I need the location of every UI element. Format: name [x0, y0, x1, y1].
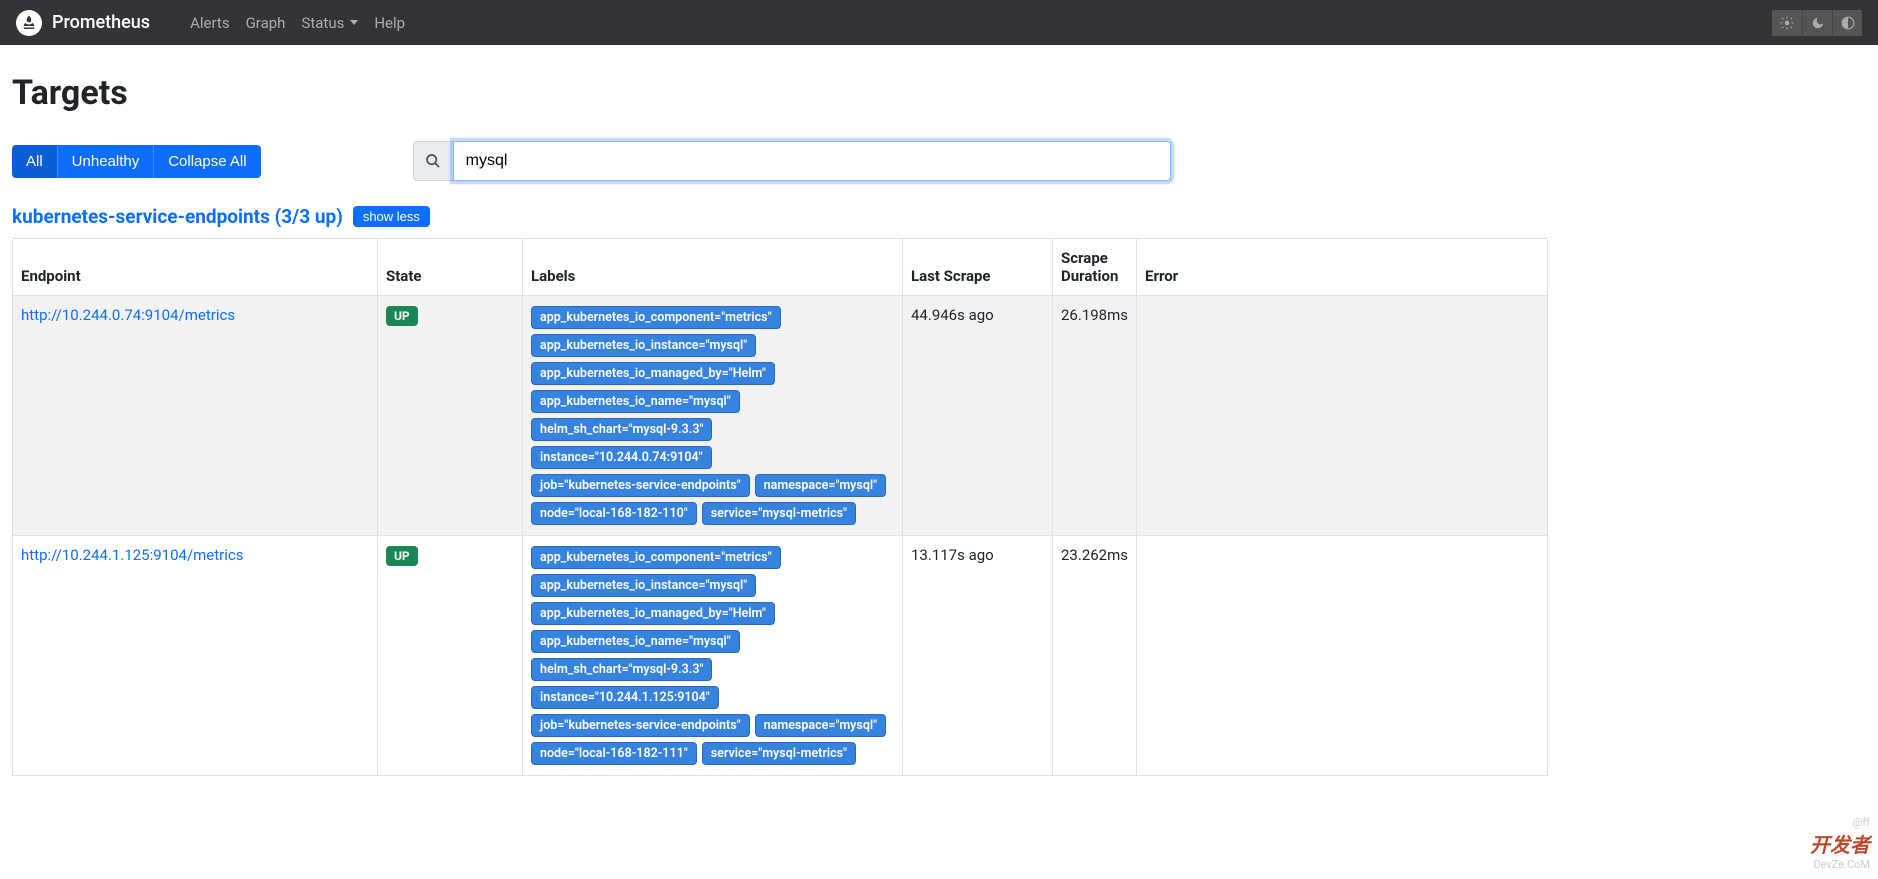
chevron-down-icon: [350, 20, 358, 25]
duration-cell: 26.198ms: [1053, 296, 1137, 536]
label-pill: app_kubernetes_io_name="mysql": [531, 630, 740, 653]
label-pill: instance="10.244.0.74:9104": [531, 446, 712, 469]
search-wrap: [413, 141, 1171, 181]
targets-table: Endpoint State Labels Last Scrape Scrape…: [12, 238, 1548, 776]
nav-help[interactable]: Help: [374, 14, 405, 32]
label-pill: service="mysql-metrics": [702, 502, 856, 525]
filter-collapse-all-button[interactable]: Collapse All: [153, 145, 260, 178]
nav-status[interactable]: Status: [301, 14, 358, 32]
nav-graph[interactable]: Graph: [246, 14, 286, 32]
prometheus-logo-icon: [16, 10, 42, 36]
label-pill: service="mysql-metrics": [702, 742, 856, 765]
brand-text: Prometheus: [52, 12, 150, 33]
status-badge: UP: [386, 546, 418, 566]
th-last-scrape: Last Scrape: [903, 239, 1053, 296]
group-title[interactable]: kubernetes-service-endpoints (3/3 up): [12, 205, 343, 228]
theme-dark-button[interactable]: [1802, 10, 1832, 36]
label-pill: namespace="mysql": [755, 714, 886, 737]
nav-items: Alerts Graph Status Help: [190, 14, 405, 32]
th-state: State: [378, 239, 523, 296]
last-scrape-cell: 13.117s ago: [903, 536, 1053, 776]
endpoint-link[interactable]: http://10.244.0.74:9104/metrics: [21, 306, 235, 324]
nav-alerts[interactable]: Alerts: [190, 14, 230, 32]
label-pill: helm_sh_chart="mysql-9.3.3": [531, 418, 712, 441]
navbar-left: Prometheus Alerts Graph Status Help: [16, 10, 405, 36]
label-pill: app_kubernetes_io_instance="mysql": [531, 574, 756, 597]
status-badge: UP: [386, 306, 418, 326]
last-scrape-cell: 44.946s ago: [903, 296, 1053, 536]
th-error: Error: [1137, 239, 1548, 296]
label-pill: job="kubernetes-service-endpoints": [531, 714, 750, 737]
label-pill: job="kubernetes-service-endpoints": [531, 474, 750, 497]
endpoint-link[interactable]: http://10.244.1.125:9104/metrics: [21, 546, 244, 564]
label-pill: app_kubernetes_io_instance="mysql": [531, 334, 756, 357]
th-labels: Labels: [523, 239, 903, 296]
label-pill: app_kubernetes_io_managed_by="Helm": [531, 602, 775, 625]
labels-wrap: app_kubernetes_io_component="metrics"app…: [531, 306, 894, 525]
search-input[interactable]: [453, 141, 1171, 181]
theme-light-button[interactable]: [1772, 10, 1802, 36]
main-container: Targets All Unhealthy Collapse All kuber…: [0, 45, 1560, 786]
label-pill: app_kubernetes_io_managed_by="Helm": [531, 362, 775, 385]
label-pill: app_kubernetes_io_name="mysql": [531, 390, 740, 413]
label-pill: node="local-168-182-110": [531, 502, 697, 525]
navbar: Prometheus Alerts Graph Status Help: [0, 0, 1878, 45]
search-icon: [413, 141, 453, 181]
group-header: kubernetes-service-endpoints (3/3 up) sh…: [12, 205, 1548, 228]
navbar-right: [1772, 10, 1862, 36]
label-pill: helm_sh_chart="mysql-9.3.3": [531, 658, 712, 681]
filter-all-button[interactable]: All: [12, 145, 57, 178]
table-row: http://10.244.1.125:9104/metrics UP app_ku…: [13, 536, 1548, 776]
controls-row: All Unhealthy Collapse All: [12, 141, 1548, 181]
moon-icon: [1811, 16, 1825, 30]
th-scrape-duration: Scrape Duration: [1053, 239, 1137, 296]
brand-wrap[interactable]: Prometheus: [16, 10, 150, 36]
page-title: Targets: [12, 73, 1548, 113]
label-pill: node="local-168-182-111": [531, 742, 697, 765]
sun-icon: [1780, 16, 1794, 30]
label-pill: app_kubernetes_io_component="metrics": [531, 546, 781, 569]
watermark: @ff 开发者 DevZe.CoM: [1810, 816, 1870, 871]
show-less-button[interactable]: show less: [353, 206, 430, 227]
label-pill: namespace="mysql": [755, 474, 886, 497]
filter-unhealthy-button[interactable]: Unhealthy: [57, 145, 154, 178]
label-pill: instance="10.244.1.125:9104": [531, 686, 719, 709]
table-row: http://10.244.0.74:9104/metrics UP app_kub…: [13, 296, 1548, 536]
error-cell: [1137, 296, 1548, 536]
error-cell: [1137, 536, 1548, 776]
th-endpoint: Endpoint: [13, 239, 378, 296]
contrast-icon: [1841, 16, 1855, 30]
filter-button-group: All Unhealthy Collapse All: [12, 145, 261, 178]
theme-auto-button[interactable]: [1832, 10, 1862, 36]
labels-wrap: app_kubernetes_io_component="metrics"app…: [531, 546, 894, 765]
duration-cell: 23.262ms: [1053, 536, 1137, 776]
label-pill: app_kubernetes_io_component="metrics": [531, 306, 781, 329]
